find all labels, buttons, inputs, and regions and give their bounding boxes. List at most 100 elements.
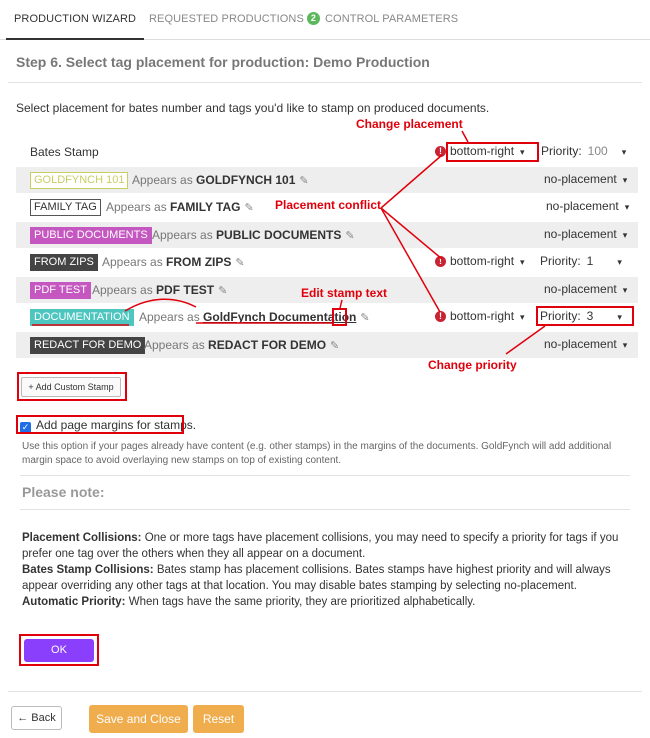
appears-as-label: Appears as — [132, 172, 193, 187]
tag-chip-documentation: DOCUMENTATION — [30, 309, 134, 326]
tab-production-wizard[interactable]: PRODUCTION WIZARD — [6, 0, 145, 40]
priority-label: Priority: — [541, 144, 582, 158]
tag-chip-redact-for-demo: REDACT FOR DEMO — [30, 336, 146, 354]
conflict-warning-icon: ! — [435, 256, 446, 267]
placement-value: no-placement — [544, 281, 617, 296]
tag-chip-goldfynch-101: GOLDFYNCH 101 — [30, 171, 129, 189]
bates-stamp-label: Bates Stamp — [30, 145, 99, 159]
notes-block: Placement Collisions: One or more tags h… — [22, 530, 634, 610]
annotation-box-ok — [19, 634, 99, 666]
chevron-down-icon: ▾ — [520, 312, 525, 322]
chevron-down-icon: ▾ — [624, 202, 630, 212]
pencil-icon[interactable]: ✎ — [218, 284, 227, 297]
placement-select[interactable]: bottom-right ▾ — [450, 309, 525, 323]
priority-select[interactable]: Priority: 1 ▾ — [540, 254, 622, 268]
back-label: Back — [31, 712, 56, 724]
appears-as-label: Appears as — [144, 337, 205, 352]
annotation-change-placement: Change placement — [356, 117, 463, 131]
annotation-change-priority: Change priority — [428, 358, 517, 372]
annotation-placement-conflict: Placement conflict — [275, 198, 382, 212]
placement-value: no-placement — [544, 171, 617, 186]
conflict-warning-icon: ! — [435, 311, 446, 322]
placement-value: bottom-right — [450, 309, 515, 323]
annotation-box-margins — [16, 415, 184, 434]
page-margins-help: Use this option if your pages already ha… — [22, 441, 612, 466]
tab-production-wizard-label: PRODUCTION WIZARD — [14, 13, 137, 25]
pencil-icon[interactable]: ✎ — [245, 201, 254, 214]
tab-requested-productions[interactable]: REQUESTED PRODUCTIONS 2 — [149, 0, 321, 40]
stamp-text: PUBLIC DOCUMENTS — [216, 227, 342, 242]
tag-row-goldfynch-101: GOLDFYNCH 101 Appears as GOLDFYNCH 101 ✎ … — [16, 166, 638, 194]
conflict-warning-icon: ! — [435, 146, 446, 157]
annotation-box-add-stamp — [17, 372, 127, 401]
bates-priority-select[interactable]: Priority: 100 ▾ — [541, 144, 626, 158]
tag-row-public-documents: PUBLIC DOCUMENTS Appears as PUBLIC DOCUM… — [16, 221, 638, 249]
pencil-icon[interactable]: ✎ — [345, 229, 354, 242]
note-placement-collisions: Placement Collisions: One or more tags h… — [22, 530, 634, 562]
chevron-down-icon: ▾ — [520, 257, 525, 267]
pencil-icon[interactable]: ✎ — [235, 256, 244, 269]
tab-control-parameters-label: CONTROL PARAMETERS — [325, 13, 459, 25]
chevron-down-icon: ▾ — [617, 257, 622, 267]
note-title: Bates Stamp Collisions: — [22, 564, 154, 576]
stamp-text: GOLDFYNCH 101 — [196, 172, 296, 187]
stamp-text: REDACT FOR DEMO — [208, 337, 327, 352]
save-and-close-button[interactable]: Save and Close — [89, 705, 188, 733]
divider — [20, 475, 630, 476]
tag-chip-family-tag: FAMILY TAG — [30, 199, 101, 216]
step-title: Step 6. Select tag placement for product… — [16, 54, 430, 70]
note-text: When tags have the same priority, they a… — [125, 596, 476, 608]
divider — [8, 691, 642, 692]
pencil-icon[interactable]: ✎ — [330, 339, 339, 352]
annotation-box-edit — [332, 308, 347, 326]
placement-select[interactable]: no-placement ▾ — [544, 227, 627, 241]
note-title: Automatic Priority: — [22, 596, 126, 608]
bates-stamp-row: Bates Stamp ! bottom-right ▾ Priority: 100… — [16, 139, 638, 167]
bates-priority-value: 100 — [587, 144, 608, 158]
stamp-text: PDF TEST — [156, 282, 215, 297]
annotation-edit-stamp-text: Edit stamp text — [301, 286, 388, 300]
appears-as-text: Appears as FROM ZIPS ✎ — [102, 255, 245, 269]
divider — [8, 82, 642, 83]
annotation-box-priority — [536, 306, 634, 326]
tag-chip-from-zips: FROM ZIPS — [30, 254, 98, 271]
appears-as-text: Appears as REDACT FOR DEMO ✎ — [144, 338, 339, 352]
annotation-box-placement — [446, 142, 539, 162]
placement-value: bottom-right — [450, 254, 515, 268]
priority-label: Priority: — [540, 254, 581, 268]
tag-chip-pdf-test: PDF TEST — [30, 281, 91, 299]
pencil-icon[interactable]: ✎ — [360, 311, 369, 324]
placement-select[interactable]: no-placement ▾ — [544, 172, 627, 186]
chevron-down-icon: ▾ — [622, 174, 628, 185]
appears-as-text: Appears as PUBLIC DOCUMENTS ✎ — [152, 228, 355, 242]
appears-as-label: Appears as — [92, 282, 153, 297]
tag-row-from-zips: FROM ZIPS Appears as FROM ZIPS ✎ ! bottom… — [16, 249, 638, 277]
placement-select[interactable]: no-placement ▾ — [546, 199, 629, 213]
appears-as-label: Appears as — [139, 310, 200, 324]
placement-value: no-placement — [546, 199, 619, 213]
tag-placement-list: Bates Stamp ! bottom-right ▾ Priority: 100… — [16, 139, 638, 359]
requested-count-badge: 2 — [306, 12, 321, 25]
stamp-text: FAMILY TAG — [170, 200, 241, 214]
appears-as-label: Appears as — [152, 227, 213, 242]
tag-row-redact-for-demo: REDACT FOR DEMO Appears as REDACT FOR DE… — [16, 331, 638, 359]
divider — [20, 509, 630, 510]
appears-as-label: Appears as — [102, 255, 163, 269]
back-button[interactable]: ← Back — [11, 706, 62, 730]
priority-value: 1 — [586, 254, 594, 268]
tab-control-parameters[interactable]: CONTROL PARAMETERS — [325, 0, 458, 40]
placement-select[interactable]: no-placement ▾ — [544, 282, 627, 296]
placement-select[interactable]: bottom-right ▾ — [450, 254, 525, 268]
placement-value: no-placement — [544, 226, 617, 241]
chevron-down-icon: ▾ — [621, 147, 627, 157]
chevron-down-icon: ▾ — [622, 284, 628, 295]
chevron-down-icon: ▾ — [622, 229, 628, 240]
reset-button[interactable]: Reset — [193, 705, 244, 733]
appears-as-text: Appears as GOLDFYNCH 101 ✎ — [132, 173, 309, 187]
stamp-text: FROM ZIPS — [166, 255, 232, 269]
placement-intro-text: Select placement for bates number and ta… — [16, 101, 490, 115]
placement-select[interactable]: no-placement ▾ — [544, 337, 627, 351]
pencil-icon[interactable]: ✎ — [299, 174, 308, 187]
appears-as-text: Appears as PDF TEST ✎ — [92, 283, 227, 297]
note-automatic-priority: Automatic Priority: When tags have the s… — [22, 594, 634, 610]
